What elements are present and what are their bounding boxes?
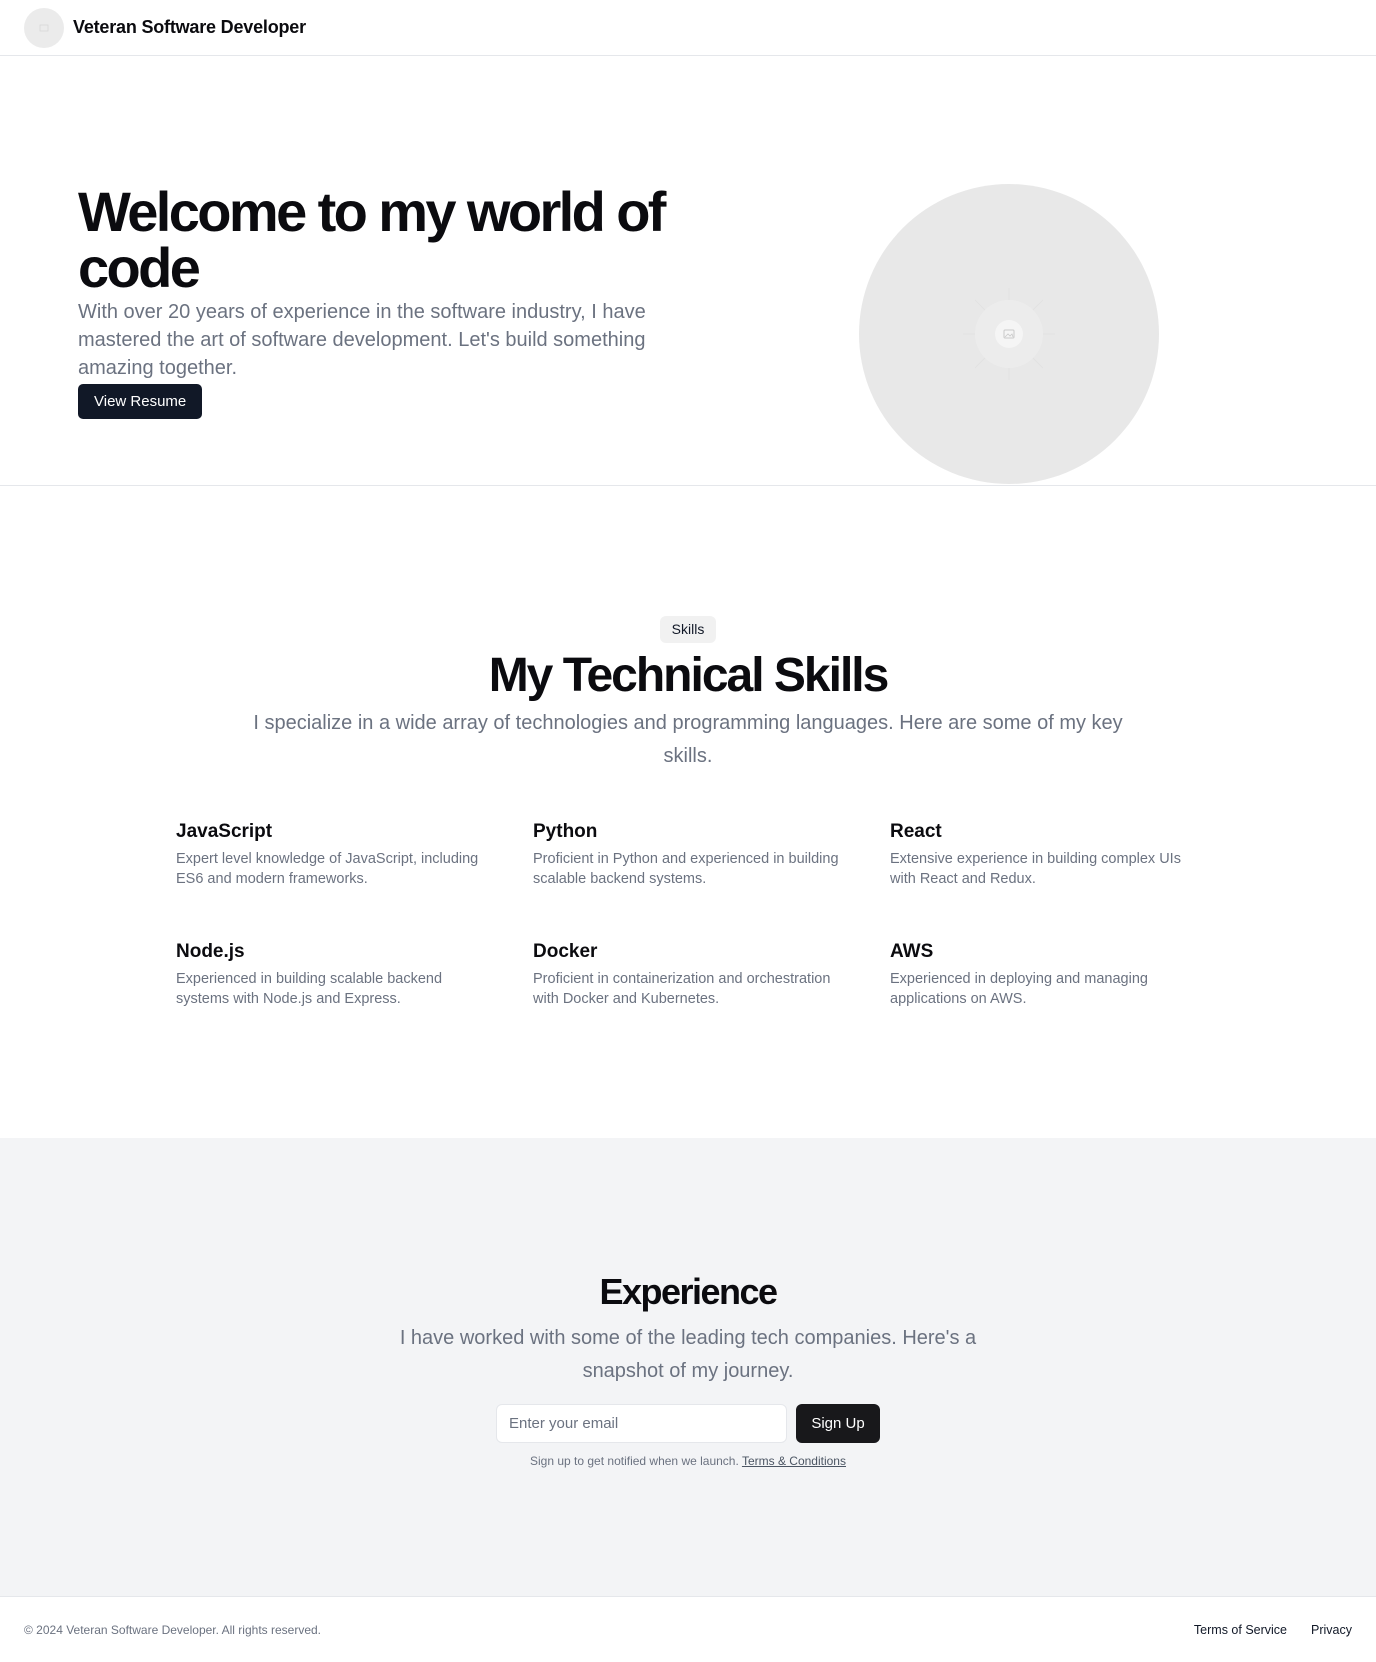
view-resume-button[interactable]: View Resume — [78, 384, 203, 419]
skill-description: Experienced in building scalable backend… — [176, 971, 443, 1007]
hero-title: Welcome to my world of code — [78, 180, 666, 299]
skills-title: My Technical Skills — [488, 649, 890, 702]
skill-card: React Extensive experience in building c… — [890, 821, 1206, 941]
skill-name: AWS — [890, 941, 934, 962]
brand-name[interactable]: Veteran Software Developer — [73, 17, 306, 38]
email-input[interactable] — [496, 1404, 787, 1443]
skill-name: Node.js — [176, 941, 245, 962]
experience-subtitle: I have worked with some of the leading t… — [399, 1327, 977, 1382]
skill-description: Experienced in deploying and managing ap… — [890, 971, 1148, 1007]
signup-note: Sign up to get notified when we launch. … — [0, 1454, 1376, 1468]
skills-badge: Skills — [660, 616, 716, 643]
skill-name: Docker — [533, 941, 598, 962]
site-footer: © 2024 Veteran Software Developer. All r… — [0, 1596, 1376, 1662]
skill-card: Node.js Experienced in building scalable… — [176, 941, 533, 1061]
logo-avatar[interactable] — [24, 7, 64, 48]
skill-description: Expert level knowledge of JavaScript, in… — [176, 851, 479, 887]
skill-name: React — [890, 821, 942, 842]
placeholder-image-icon — [39, 24, 49, 31]
skills-grid: JavaScript Expert level knowledge of Jav… — [176, 821, 1206, 1061]
skill-description: Proficient in Python and experienced in … — [533, 851, 839, 887]
hero-image-placeholder — [859, 184, 1159, 484]
skill-card: JavaScript Expert level knowledge of Jav… — [176, 821, 533, 941]
hero-subtitle: With over 20 years of experience in the … — [78, 301, 646, 379]
skills-section: Skills My Technical Skills I specialize … — [0, 486, 1376, 1138]
skills-subtitle: I specialize in a wide array of technolo… — [253, 712, 1123, 767]
terms-of-service-link[interactable]: Terms of Service — [1194, 1623, 1287, 1637]
skill-name: Python — [533, 821, 598, 842]
experience-section: Experience I have worked with some of th… — [0, 1138, 1376, 1596]
placeholder-image-icon — [963, 288, 1055, 380]
footer-nav: Terms of Service Privacy — [1194, 1623, 1352, 1637]
hero-section: Welcome to my world of code With over 20… — [0, 56, 1376, 486]
skill-description: Proficient in containerization and orche… — [533, 971, 831, 1007]
copyright-text: © 2024 Veteran Software Developer. All r… — [24, 1622, 322, 1637]
hero-text: Welcome to my world of code With over 20… — [78, 184, 678, 419]
skill-description: Extensive experience in building complex… — [890, 851, 1181, 887]
experience-title: Experience — [599, 1271, 778, 1312]
skill-card: Python Proficient in Python and experien… — [533, 821, 890, 941]
terms-conditions-link[interactable]: Terms & Conditions — [742, 1454, 846, 1468]
site-header: Veteran Software Developer — [0, 0, 1376, 56]
privacy-link[interactable]: Privacy — [1311, 1623, 1352, 1637]
signup-form: Sign Up — [496, 1404, 880, 1443]
skill-card: Docker Proficient in containerization an… — [533, 941, 890, 1061]
skill-name: JavaScript — [176, 821, 273, 842]
signup-note-text: Sign up to get notified when we launch. — [530, 1454, 739, 1468]
skill-card: AWS Experienced in deploying and managin… — [890, 941, 1206, 1061]
sign-up-button[interactable]: Sign Up — [796, 1404, 880, 1443]
